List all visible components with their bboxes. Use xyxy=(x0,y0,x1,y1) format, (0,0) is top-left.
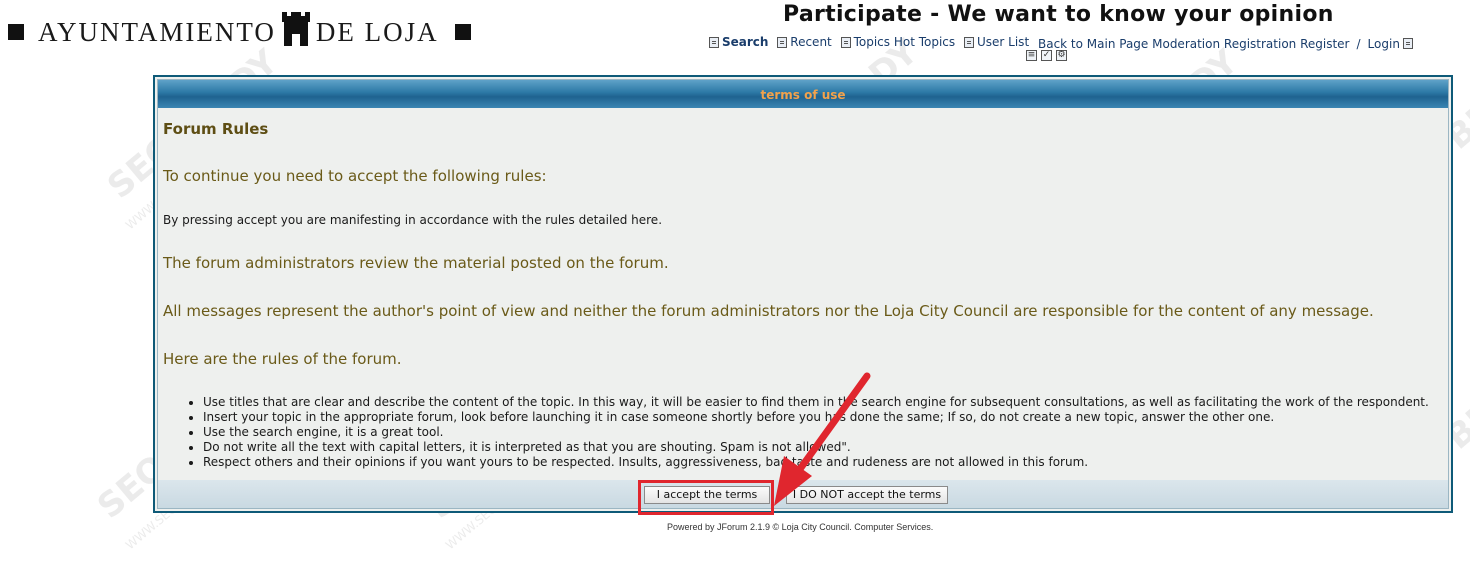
login-icon xyxy=(1402,38,1413,49)
nav-user-list[interactable]: User List xyxy=(964,34,1029,50)
rule-item: Insert your topic in the appropriate for… xyxy=(203,410,1429,425)
search-icon xyxy=(709,36,719,48)
decline-terms-button[interactable]: I DO NOT accept the terms xyxy=(786,486,948,504)
disclaimer-text: All messages represent the author's poin… xyxy=(163,302,1374,320)
page-title: Participate - We want to know your opini… xyxy=(783,2,1334,27)
top-navigation: Search Recent Topics Hot Topics User Lis… xyxy=(709,34,1418,52)
rule-item: Use the search engine, it is a great too… xyxy=(203,425,1429,440)
castle-tower-icon xyxy=(279,10,313,55)
panel-header: terms of use xyxy=(158,80,1448,108)
nav-topics[interactable]: Topics Hot Topics xyxy=(840,34,956,50)
topics-icon xyxy=(840,36,851,48)
nav-user-list-label: User List xyxy=(977,35,1030,49)
logo-text-part2: DE LOJA xyxy=(315,16,439,47)
rule-item: Respect others and their opinions if you… xyxy=(203,455,1429,470)
nav-main-page-label: Back to Main Page Moderation Registratio… xyxy=(1037,36,1350,51)
accept-terms-button[interactable]: I accept the terms xyxy=(644,486,770,504)
nav-icon-row: ≡ ✓ ⚙ xyxy=(1026,50,1067,61)
powered-by-footer: Powered by JForum 2.1.9 © Loja City Coun… xyxy=(667,522,934,532)
recent-icon xyxy=(777,36,788,48)
terms-panel: terms of use Forum Rules To continue you… xyxy=(153,75,1453,513)
rule-item: Do not write all the text with capital l… xyxy=(203,440,1429,455)
nav-topics-label: Topics Hot Topics xyxy=(853,35,956,49)
nav-login-label: Login xyxy=(1367,36,1400,51)
rule-item: Use titles that are clear and describe t… xyxy=(203,395,1429,410)
list-icon[interactable]: ≡ xyxy=(1026,50,1037,61)
checkbox-icon[interactable]: ✓ xyxy=(1041,50,1052,61)
review-text: The forum administrators review the mate… xyxy=(163,254,669,272)
rules-list: Use titles that are clear and describe t… xyxy=(163,395,1429,470)
nav-search-label: Search xyxy=(722,35,769,49)
nav-main-page[interactable]: Back to Main Page Moderation Registratio… xyxy=(1038,36,1350,52)
terms-panel-inner: terms of use Forum Rules To continue you… xyxy=(157,79,1449,509)
rules-intro: Here are the rules of the forum. xyxy=(163,350,402,368)
rules-title: Forum Rules xyxy=(163,120,269,138)
button-bar: I accept the terms I DO NOT accept the t… xyxy=(158,480,1448,508)
settings-icon[interactable]: ⚙ xyxy=(1056,50,1067,61)
ayuntamiento-logo[interactable]: AYUNTAMIENTO DE LOJA xyxy=(8,10,471,55)
logo-text-part1: AYUNTAMIENTO xyxy=(38,16,276,47)
nav-search[interactable]: Search xyxy=(709,34,768,50)
user-list-icon xyxy=(964,36,974,48)
nav-recent-label: Recent xyxy=(790,35,832,49)
logo-square-right xyxy=(454,24,471,40)
nav-recent[interactable]: Recent xyxy=(777,34,832,50)
nav-login[interactable]: Login xyxy=(1368,36,1413,52)
logo-square-left xyxy=(8,24,24,40)
intro-text: To continue you need to accept the follo… xyxy=(163,167,547,185)
accept-note: By pressing accept you are manifesting i… xyxy=(163,213,663,227)
nav-separator: / xyxy=(1356,36,1361,51)
